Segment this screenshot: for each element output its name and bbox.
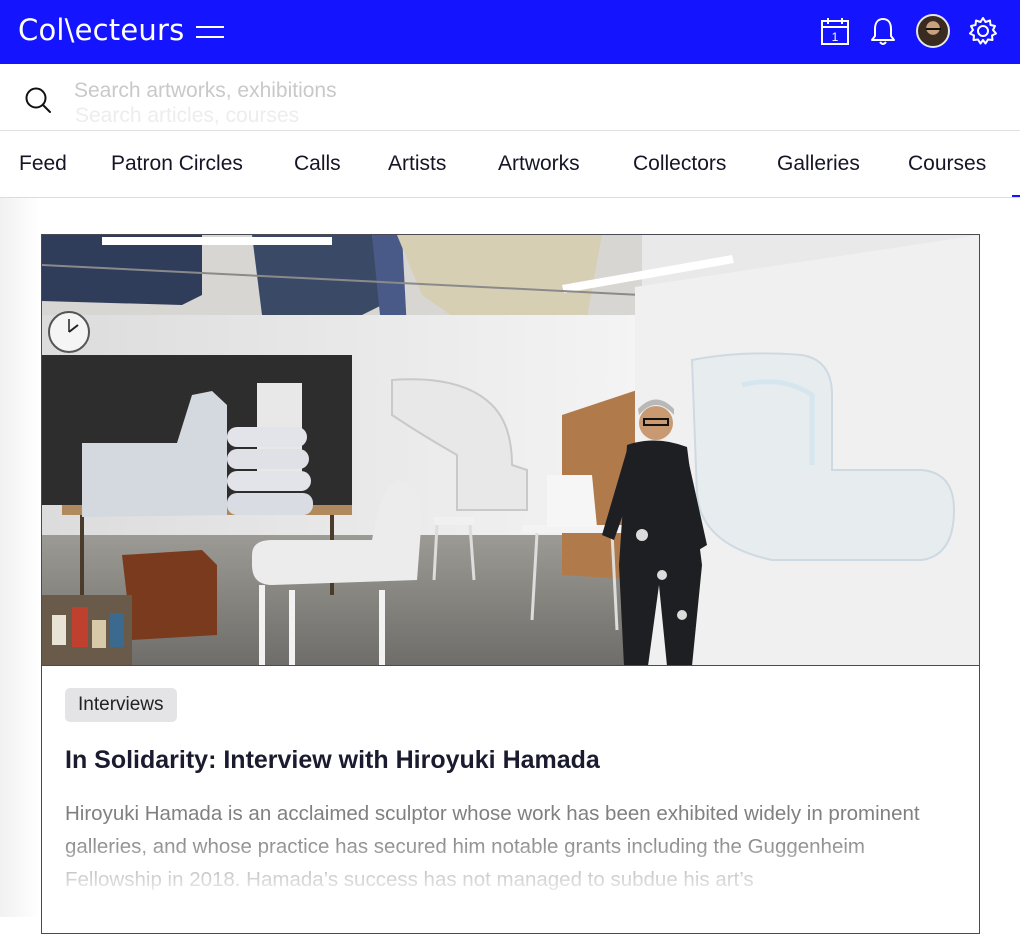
- nav-item-artworks[interactable]: Artworks: [498, 152, 580, 176]
- nav-item-galleries[interactable]: Galleries: [777, 152, 860, 176]
- logo[interactable]: Col\ecteurs: [18, 13, 184, 47]
- nav-item-feed[interactable]: Feed: [19, 152, 67, 176]
- search-secondary-placeholder: Search articles, courses: [75, 104, 300, 127]
- article-card[interactable]: Interviews In Solidarity: Interview with…: [41, 234, 980, 934]
- calendar-day: 1: [832, 30, 839, 44]
- hamburger-icon[interactable]: [196, 24, 224, 40]
- avatar[interactable]: [916, 14, 950, 48]
- nav-item-calls[interactable]: Calls: [294, 152, 341, 176]
- gear-icon[interactable]: [968, 14, 998, 48]
- bell-icon[interactable]: [868, 14, 898, 48]
- category-tag[interactable]: Interviews: [65, 688, 177, 722]
- excerpt-fade: [42, 835, 979, 895]
- nav-scroll-indicator: [1012, 195, 1020, 197]
- calendar-icon[interactable]: 1: [820, 14, 850, 48]
- main-nav: Feed Patron Circles Calls Artists Artwor…: [0, 132, 1020, 198]
- top-actions: 1: [820, 14, 998, 48]
- page-edge-shade: [0, 198, 40, 917]
- search-icon[interactable]: [24, 86, 52, 114]
- article-image[interactable]: [42, 235, 979, 666]
- search-bar: Search articles, courses: [0, 64, 1020, 131]
- nav-item-patron-circles[interactable]: Patron Circles: [111, 152, 243, 176]
- article-title[interactable]: In Solidarity: Interview with Hiroyuki H…: [65, 746, 600, 775]
- nav-item-collectors[interactable]: Collectors: [633, 152, 726, 176]
- search-input[interactable]: [74, 78, 674, 104]
- nav-item-courses[interactable]: Courses: [908, 152, 986, 176]
- top-bar: Col\ecteurs 1: [0, 0, 1020, 64]
- nav-item-artists[interactable]: Artists: [388, 152, 446, 176]
